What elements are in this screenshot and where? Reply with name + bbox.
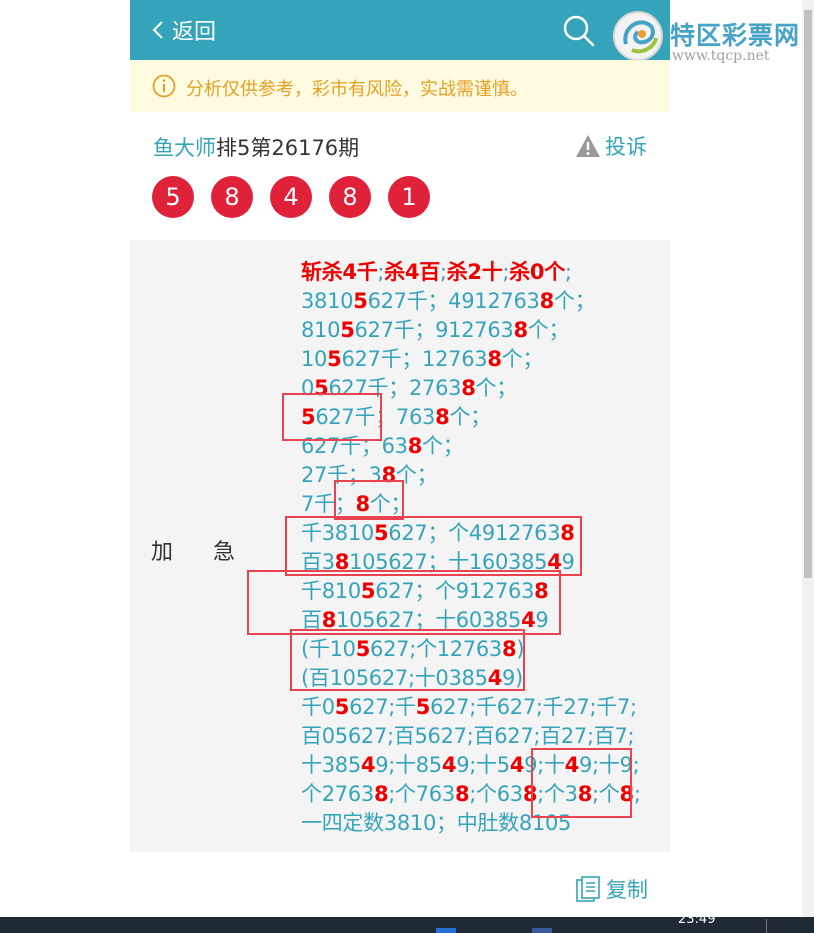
copy-label: 复制 (606, 878, 648, 902)
line-text: 627;千 (349, 695, 416, 719)
logo-name: 特区彩票网 (670, 21, 801, 50)
highlight-digit: 4 (360, 753, 376, 777)
risk-notice: 分析仅供参考，彩市有风险，实战需谨慎。 (130, 60, 670, 112)
copy-button[interactable]: 复制 (576, 874, 648, 904)
annotation-box (247, 570, 561, 635)
taskbar-app-icon[interactable] (436, 928, 456, 933)
analysis-line: 8105627千；9127638个； (301, 316, 641, 345)
post-title: 鱼大师排5第26176期 (153, 132, 359, 162)
highlight-digit: 5 (340, 318, 355, 342)
issue-title: 排5第26176期 (216, 136, 360, 160)
highlight-digit: 杀0个 (509, 260, 565, 284)
line-text: ;个763 (388, 782, 455, 806)
warning-icon (576, 135, 600, 157)
notice-text: 分析仅供参考，彩市有风险，实战需谨慎。 (186, 79, 528, 100)
copy-document-icon (576, 876, 600, 902)
annotation-box (282, 393, 382, 441)
chevron-left-icon (152, 21, 163, 39)
highlight-digit: 8 (539, 289, 555, 313)
highlight-digit: 5 (334, 695, 350, 719)
line-text: 627千；4912763 (367, 289, 540, 313)
number-ball: 1 (388, 176, 430, 218)
line-text: 9;十85 (375, 753, 442, 777)
back-button[interactable]: 返回 (152, 14, 216, 46)
complaint-label: 投诉 (605, 135, 647, 159)
highlight-digit: 8 (461, 376, 476, 400)
taskbar-app-icon[interactable] (532, 928, 552, 933)
line-text: 810 (301, 318, 341, 342)
line-text: 个； (449, 405, 491, 429)
line-text: 个； (475, 376, 518, 400)
urgent-char: 急 (213, 540, 236, 565)
line-text: 627;千627;千27;千7; (430, 695, 637, 719)
highlight-digit: 8 (513, 318, 528, 342)
site-watermark-logo: 特区彩票网 www.tqcp.net (612, 6, 812, 66)
line-text: 百05627;百5627;百627;百27;百7; (301, 724, 635, 748)
analysis-line: 百05627;百5627;百627;百27;百7; (301, 722, 641, 751)
line-text: 9;十5 (456, 753, 510, 777)
highlight-digit: 5 (353, 289, 368, 313)
line-text: 个； (527, 318, 570, 342)
number-ball: 4 (270, 176, 312, 218)
highlight-digit: 斩杀4千 (301, 260, 378, 284)
line-text: 个2763 (301, 782, 374, 806)
author-link[interactable]: 鱼大师 (153, 136, 216, 160)
highlight-digit: 4 (441, 753, 457, 777)
highlight-digit: 8 (435, 405, 450, 429)
highlight-digit: 5 (327, 347, 342, 371)
urgent-char: 加 (151, 540, 174, 565)
highlight-digit: 4 (509, 753, 525, 777)
highlight-digit: 8 (454, 782, 470, 806)
number-ball: 8 (211, 176, 253, 218)
taskbar-divider (766, 919, 767, 933)
analysis-line: 斩杀4千;杀4百;杀2十;杀0个; (301, 258, 641, 287)
complaint-button[interactable]: 投诉 (575, 131, 647, 161)
line-text: 十385 (301, 753, 361, 777)
analysis-line: 105627千；127638个； (301, 345, 641, 374)
os-taskbar: 23:49 (0, 912, 814, 933)
line-text: 千0 (301, 695, 335, 719)
line-text: ; (564, 260, 572, 284)
analysis-line: 千05627;千5627;千627;千27;千7; (301, 693, 641, 722)
highlight-digit: 5 (415, 695, 431, 719)
analysis-line: 38105627千；49127638个； (301, 287, 641, 316)
line-text: 627千；12763 (341, 347, 488, 371)
line-text: 627千；912763 (354, 318, 514, 342)
number-ball: 5 (152, 176, 194, 218)
line-text: ;个63 (469, 782, 523, 806)
draw-number-balls: 5 8 4 8 1 (152, 176, 447, 218)
logo-swirl-icon (613, 11, 663, 61)
taskbar-clock: 23:49 (678, 912, 716, 927)
urgent-label: 加急 (151, 534, 235, 566)
line-text: 个； (553, 289, 596, 313)
logo-url: www.tqcp.net (672, 48, 770, 64)
highlight-digit: 8 (373, 782, 389, 806)
line-text: 个； (501, 347, 544, 371)
back-label: 返回 (172, 20, 217, 45)
highlight-digit: 杀2十 (446, 260, 503, 284)
scrollbar-thumb[interactable] (804, 10, 812, 578)
highlight-digit: 杀4百 (384, 260, 440, 284)
line-text: 个； (422, 434, 464, 458)
annotation-box (285, 516, 582, 576)
search-icon (563, 15, 595, 47)
line-text: 10 (301, 347, 328, 371)
search-button[interactable] (562, 14, 596, 52)
annotation-box (334, 480, 404, 520)
highlight-digit: 8 (487, 347, 502, 371)
top-header: 返回 (130, 0, 670, 60)
info-icon (152, 74, 176, 98)
line-text: ; (633, 782, 641, 806)
line-text: ; (439, 260, 447, 284)
annotation-box (290, 629, 525, 691)
line-text: 3810 (301, 289, 354, 313)
highlight-digit: 8 (407, 434, 423, 458)
number-ball: 8 (329, 176, 371, 218)
annotation-box (531, 748, 632, 818)
